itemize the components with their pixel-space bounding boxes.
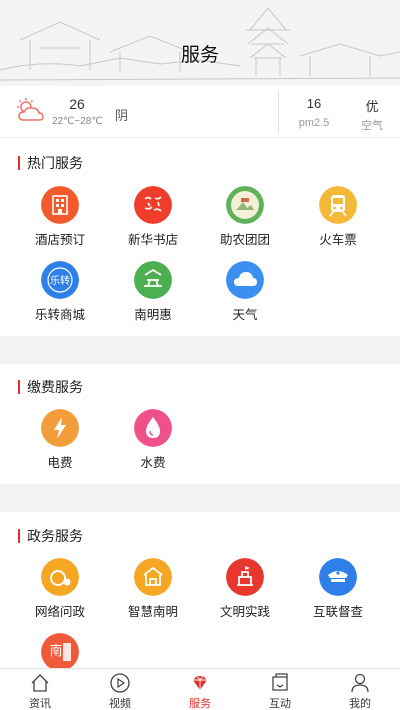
weather-condition: 阴 xyxy=(115,108,129,123)
page-header: 服务 xyxy=(0,0,400,86)
tile-label: 南明惠 xyxy=(134,308,172,322)
tab-news[interactable]: 资讯 xyxy=(0,669,80,710)
service-nanming-logo[interactable]: 南 xyxy=(20,633,100,668)
section-gap xyxy=(0,336,400,364)
farm-aid-icon xyxy=(226,186,264,224)
section-gap xyxy=(0,484,400,512)
air-quality-label: 空气 xyxy=(361,120,383,132)
train-icon xyxy=(319,186,357,224)
temperature: 26 xyxy=(69,96,85,112)
tile-label: 新华书店 xyxy=(127,233,178,247)
tile-label: 酒店预订 xyxy=(34,233,85,247)
chat-icon xyxy=(272,673,288,691)
tab-label: 视频 xyxy=(109,698,131,710)
diamond-icon xyxy=(193,675,207,690)
service-nanminghui[interactable]: 南明惠 xyxy=(113,261,193,323)
tab-services[interactable]: 服务 xyxy=(160,669,240,710)
inspection-icon xyxy=(319,558,357,596)
weather-cloud-icon xyxy=(226,261,264,299)
air-quality-value: 优 xyxy=(365,99,379,114)
tile-label: 水费 xyxy=(140,456,166,470)
tab-interaction[interactable]: 互动 xyxy=(240,669,320,710)
tile-label: 电费 xyxy=(47,456,73,470)
nanming-logo-icon: 南 xyxy=(41,633,79,668)
tile-label: 助农团团 xyxy=(219,233,270,247)
tab-label: 互动 xyxy=(269,698,291,710)
svg-text:南: 南 xyxy=(49,643,62,659)
divider xyxy=(278,90,279,134)
service-train-ticket[interactable]: 火车票 xyxy=(298,186,378,248)
page-title: 服务 xyxy=(180,45,219,66)
tile-label: 智慧南明 xyxy=(127,605,178,619)
play-icon xyxy=(110,673,130,693)
government-services-section: 政务服务 网络问政 智慧南明 文明实践 互联督查 南 xyxy=(0,512,400,668)
cloud-sun-icon xyxy=(17,98,44,121)
tab-video[interactable]: 视频 xyxy=(80,669,160,710)
service-weather[interactable]: 天气 xyxy=(205,261,285,323)
service-hotel-booking[interactable]: 酒店预订 xyxy=(20,186,100,248)
pm25-label: pm2.5 xyxy=(298,117,330,129)
hotel-icon xyxy=(41,186,79,224)
service-civilization-practice[interactable]: 文明实践 xyxy=(205,558,285,620)
smart-city-icon xyxy=(134,558,172,596)
tile-label: 网络问政 xyxy=(34,605,85,619)
service-electricity-bill[interactable]: 电费 xyxy=(20,409,100,471)
water-drop-icon xyxy=(134,409,172,447)
user-icon xyxy=(351,673,369,693)
nanminghui-icon xyxy=(134,261,172,299)
civilization-icon xyxy=(226,558,264,596)
tile-label: 文明实践 xyxy=(219,605,270,619)
mall-icon: 乐转 xyxy=(41,261,79,299)
tile-label: 天气 xyxy=(232,308,258,322)
tab-mine[interactable]: 我的 xyxy=(320,669,400,710)
lightning-icon xyxy=(41,409,79,447)
service-xinhua-bookstore[interactable]: 新华书店 xyxy=(113,186,193,248)
svg-text:乐转: 乐转 xyxy=(50,274,70,287)
service-internet-inspection[interactable]: 互联督查 xyxy=(298,558,378,620)
xinhua-bookstore-icon xyxy=(134,186,172,224)
service-web-politics[interactable]: 网络问政 xyxy=(20,558,100,620)
tab-label: 服务 xyxy=(189,698,211,710)
tile-label: 火车票 xyxy=(319,233,357,247)
tile-label: 乐转商城 xyxy=(34,308,85,322)
service-water-bill[interactable]: 水费 xyxy=(113,409,193,471)
pm25-value: 16 xyxy=(306,96,322,111)
web-politics-icon xyxy=(41,558,79,596)
tile-label: 互联督查 xyxy=(312,605,363,619)
payment-services-section: 缴费服务 电费 水费 xyxy=(0,364,400,484)
service-farm-aid[interactable]: 助农团团 xyxy=(205,186,285,248)
tab-label: 资讯 xyxy=(29,698,51,710)
section-title: 缴费服务 xyxy=(18,380,83,394)
weather-bar[interactable]: 26 22℃~28℃ 阴 16 pm2.5 优 空气 xyxy=(0,86,400,138)
home-icon xyxy=(31,674,49,692)
service-lezhuan-mall[interactable]: 乐转 乐转商城 xyxy=(20,261,100,323)
temperature-range: 22℃~28℃ xyxy=(52,116,103,127)
section-title: 政务服务 xyxy=(18,529,83,543)
tab-label: 我的 xyxy=(349,698,371,710)
hot-services-section: 热门服务 酒店预订 新华书店 助农团团 火车票 乐转 乐转商城 南明惠 天气 xyxy=(0,139,400,336)
section-title: 热门服务 xyxy=(18,156,83,170)
bottom-tab-bar: 资讯 视频 服务 互动 我的 xyxy=(0,668,400,710)
service-smart-nanming[interactable]: 智慧南明 xyxy=(113,558,193,620)
